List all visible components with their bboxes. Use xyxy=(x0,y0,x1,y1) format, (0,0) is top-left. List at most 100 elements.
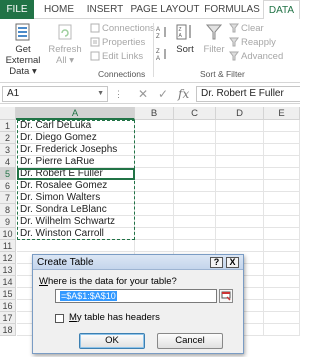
cell[interactable] xyxy=(264,168,300,180)
sort-z-a-button[interactable]: ZA xyxy=(156,47,170,62)
cell-a[interactable]: Dr. Carl DeLuka xyxy=(17,120,135,132)
cell-a[interactable]: Dr. Wilhelm Schwartz xyxy=(17,216,135,228)
cell[interactable] xyxy=(216,240,264,252)
cancel-button[interactable]: Cancel xyxy=(157,333,223,349)
row-header[interactable]: 4 xyxy=(0,156,16,168)
cell[interactable] xyxy=(264,312,300,324)
cell[interactable] xyxy=(174,120,216,132)
cell[interactable] xyxy=(264,120,300,132)
cell[interactable] xyxy=(264,216,300,228)
row-header[interactable]: 11 xyxy=(0,240,16,252)
connections-button[interactable]: Connections xyxy=(90,22,155,35)
tab-page-layout[interactable]: PAGE LAYOUT xyxy=(130,0,200,19)
cell[interactable] xyxy=(264,240,300,252)
ok-button[interactable]: OK xyxy=(79,333,145,349)
column-header-a[interactable]: A xyxy=(16,107,135,120)
headers-checkbox[interactable] xyxy=(55,314,64,323)
tab-insert[interactable]: INSERT xyxy=(82,0,128,19)
row-header[interactable]: 7 xyxy=(0,192,16,204)
row-header[interactable]: 14 xyxy=(0,276,16,288)
cell[interactable] xyxy=(174,240,216,252)
cell[interactable] xyxy=(135,204,174,216)
column-header-c[interactable]: C xyxy=(174,107,216,120)
cell[interactable] xyxy=(174,132,216,144)
tab-home[interactable]: HOME xyxy=(38,0,80,19)
cell-a[interactable]: Dr. Simon Walters xyxy=(17,192,135,204)
column-header-b[interactable]: B xyxy=(135,107,174,120)
row-header[interactable]: 13 xyxy=(0,264,16,276)
properties-button[interactable]: Properties xyxy=(90,36,145,49)
row-header[interactable]: 8 xyxy=(0,204,16,216)
cell[interactable] xyxy=(264,192,300,204)
cell[interactable] xyxy=(174,192,216,204)
insert-function-icon[interactable]: fx xyxy=(178,86,189,102)
cell[interactable] xyxy=(264,156,300,168)
cell[interactable] xyxy=(174,204,216,216)
cell[interactable] xyxy=(216,192,264,204)
row-header[interactable]: 6 xyxy=(0,180,16,192)
filter-button[interactable]: Filter xyxy=(200,22,228,55)
range-input[interactable]: =$A$1:$A$10 xyxy=(55,289,217,303)
row-header[interactable]: 10 xyxy=(0,228,16,240)
cell[interactable] xyxy=(264,300,300,312)
row-header[interactable]: 9 xyxy=(0,216,16,228)
cell[interactable] xyxy=(135,180,174,192)
collapse-range-icon[interactable] xyxy=(219,289,233,303)
cell-a[interactable]: Dr. Robert E Fuller xyxy=(17,168,135,180)
refresh-all-button[interactable]: Refresh All ▾ xyxy=(48,22,82,66)
row-header[interactable]: 1 xyxy=(0,120,16,132)
cell[interactable] xyxy=(216,216,264,228)
row-header[interactable]: 5 xyxy=(0,168,16,180)
cell-a[interactable]: Dr. Pierre LaRue xyxy=(17,156,135,168)
get-external-data-button[interactable]: Get External Data ▾ xyxy=(1,22,45,77)
edit-links-button[interactable]: Edit Links xyxy=(90,50,143,63)
cell[interactable] xyxy=(135,168,174,180)
cell[interactable] xyxy=(264,204,300,216)
sort-button[interactable]: Z A Sort xyxy=(172,22,198,55)
tab-data[interactable]: DATA xyxy=(263,0,300,20)
cell[interactable] xyxy=(264,264,300,276)
cell[interactable] xyxy=(264,144,300,156)
headers-checkbox-label[interactable]: My table has headers xyxy=(69,312,160,323)
cell[interactable] xyxy=(264,180,300,192)
cell-a[interactable]: Dr. Winston Carroll xyxy=(17,228,135,240)
row-header[interactable]: 17 xyxy=(0,312,16,324)
cell[interactable] xyxy=(174,168,216,180)
cell[interactable] xyxy=(264,228,300,240)
formula-input[interactable]: Dr. Robert E Fuller xyxy=(196,86,300,102)
cell[interactable] xyxy=(135,192,174,204)
cancel-icon[interactable]: ✕ xyxy=(138,86,148,102)
cell-a[interactable]: Dr. Sondra LeBlanc xyxy=(17,204,135,216)
row-header[interactable]: 16 xyxy=(0,300,16,312)
chevron-down-icon[interactable]: ▼ xyxy=(97,87,104,101)
cell-a[interactable]: Dr. Diego Gomez xyxy=(17,132,135,144)
column-header-e[interactable]: E xyxy=(264,107,300,120)
clear-button[interactable]: Clear xyxy=(229,22,264,35)
cell[interactable] xyxy=(216,156,264,168)
cell-a[interactable]: Dr. Rosalee Gomez xyxy=(17,180,135,192)
cell[interactable] xyxy=(216,144,264,156)
cell[interactable] xyxy=(216,132,264,144)
cell[interactable] xyxy=(174,216,216,228)
cell[interactable] xyxy=(135,240,174,252)
sort-a-z-button[interactable]: AZ xyxy=(156,25,170,40)
cell[interactable] xyxy=(135,156,174,168)
reapply-button[interactable]: Reapply xyxy=(229,36,276,49)
cell[interactable] xyxy=(264,252,300,264)
cell[interactable] xyxy=(264,324,300,336)
help-button[interactable]: ? xyxy=(210,257,223,268)
cell-a[interactable] xyxy=(17,240,135,252)
cell[interactable] xyxy=(135,228,174,240)
cell[interactable] xyxy=(174,144,216,156)
cell[interactable] xyxy=(216,168,264,180)
cell[interactable] xyxy=(174,156,216,168)
cell[interactable] xyxy=(264,132,300,144)
cell[interactable] xyxy=(135,144,174,156)
cell[interactable] xyxy=(216,120,264,132)
cell[interactable] xyxy=(135,216,174,228)
tab-formulas[interactable]: FORMULAS xyxy=(202,0,262,19)
cell[interactable] xyxy=(216,180,264,192)
enter-check-icon[interactable]: ✓ xyxy=(158,86,168,102)
cell-a[interactable]: Dr. Frederick Josephs xyxy=(17,144,135,156)
select-all-corner[interactable] xyxy=(0,107,16,120)
